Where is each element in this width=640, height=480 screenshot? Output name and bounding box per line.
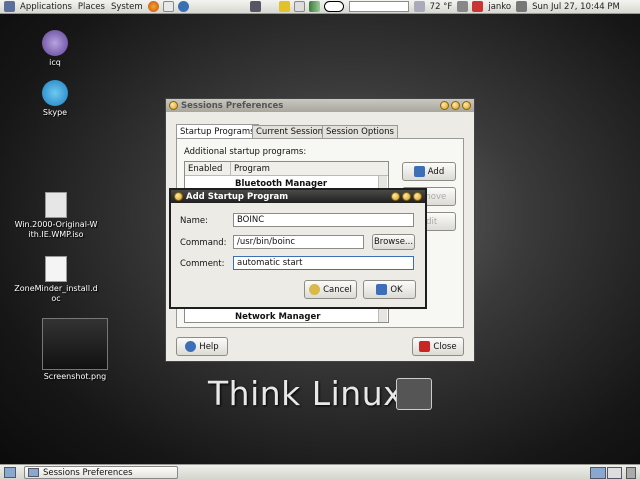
comment-field[interactable]: automatic start (233, 256, 414, 270)
power-icon[interactable] (516, 1, 528, 12)
desktop-icon-skype[interactable]: Skype (28, 80, 82, 118)
desktop-icon-screenshot[interactable]: Screenshot.png (40, 318, 110, 382)
workspace-switcher[interactable] (590, 467, 622, 479)
minimize-icon[interactable] (391, 192, 400, 201)
help-button[interactable]: Help (176, 337, 228, 356)
eyes-icon[interactable] (323, 1, 344, 12)
close-icon[interactable] (462, 101, 471, 110)
close-button[interactable]: Close (412, 337, 464, 356)
maximize-icon[interactable] (402, 192, 411, 201)
menu-applications[interactable]: Applications (17, 0, 75, 14)
skype-icon (42, 80, 68, 106)
help-icon[interactable] (177, 1, 189, 12)
add-startup-program-dialog: Add Startup Program Name: BOINC Command:… (169, 188, 427, 309)
window-menu-icon[interactable] (174, 192, 183, 201)
table-row[interactable]: Network Manager (235, 312, 320, 322)
top-panel: Applications Places System 72 °F janko S… (0, 0, 640, 14)
close-icon[interactable] (413, 192, 422, 201)
screenshot-icon[interactable] (472, 1, 484, 12)
desktop-icon-doc[interactable]: ZoneMinder_install.doc (14, 256, 98, 304)
ok-button[interactable]: OK (363, 280, 416, 299)
screenshot-thumbnail-icon (42, 318, 108, 370)
comment-label: Comment: (180, 259, 225, 269)
command-label: Command: (180, 238, 227, 248)
signal-icon[interactable] (308, 1, 320, 12)
workspace-2[interactable] (606, 467, 622, 479)
tab-session-options[interactable]: Session Options (322, 125, 398, 138)
close-x-icon (419, 341, 431, 352)
add-icon (413, 166, 425, 177)
add-button[interactable]: Add (402, 162, 456, 181)
name-field[interactable]: BOINC (233, 213, 414, 227)
trash-icon[interactable] (626, 467, 636, 479)
tux-logo-icon (396, 378, 432, 410)
disc-image-icon (45, 192, 67, 218)
taskbar-button-sessions[interactable]: Sessions Preferences (24, 466, 178, 479)
weather-icon (413, 1, 425, 12)
system-monitor-icon[interactable] (249, 1, 261, 12)
evolution-icon[interactable] (162, 1, 174, 12)
eject-icon[interactable] (457, 1, 469, 12)
tab-startup-programs[interactable]: Startup Programs (176, 124, 259, 138)
column-header-program[interactable]: Program (231, 162, 388, 176)
clock[interactable]: Sun Jul 27, 10:44 PM (529, 0, 623, 14)
help-icon (185, 341, 197, 352)
workspace-1[interactable] (590, 467, 606, 479)
window-icon (28, 468, 39, 477)
command-field[interactable]: /usr/bin/boinc (233, 235, 364, 249)
maximize-icon[interactable] (451, 101, 460, 110)
temperature[interactable]: 72 °F (427, 0, 456, 14)
minimize-icon[interactable] (440, 101, 449, 110)
enter-icon (376, 284, 388, 295)
search-input[interactable] (348, 1, 409, 12)
bottom-panel: Sessions Preferences (0, 464, 640, 480)
sessions-titlebar[interactable]: Sessions Preferences (166, 99, 474, 112)
mail-icon[interactable] (293, 1, 305, 12)
section-label: Additional startup programs: (184, 147, 307, 157)
tab-current-session[interactable]: Current Session (252, 125, 328, 138)
menu-system[interactable]: System (108, 0, 146, 14)
gnome-foot-icon[interactable] (4, 1, 15, 12)
browse-button[interactable]: Browse... (372, 234, 415, 250)
icq-icon (42, 30, 68, 56)
name-label: Name: (180, 216, 208, 226)
document-icon (45, 256, 67, 282)
window-menu-icon[interactable] (169, 101, 178, 110)
cancel-button[interactable]: Cancel (304, 280, 357, 299)
column-header-enabled[interactable]: Enabled (185, 162, 231, 176)
undo-icon (309, 284, 321, 295)
wallpaper-brand-text: Think Linux (208, 374, 404, 413)
desktop-icon-icq[interactable]: icq (28, 30, 82, 68)
notes-icon[interactable] (278, 1, 290, 12)
firefox-icon[interactable] (147, 1, 159, 12)
menu-places[interactable]: Places (75, 0, 108, 14)
show-desktop-icon[interactable] (4, 467, 16, 478)
desktop-icon-iso[interactable]: Win.2000-Original-With.IE.WMP.iso (14, 192, 98, 240)
dialog-titlebar[interactable]: Add Startup Program (171, 190, 425, 203)
username[interactable]: janko (485, 0, 514, 14)
